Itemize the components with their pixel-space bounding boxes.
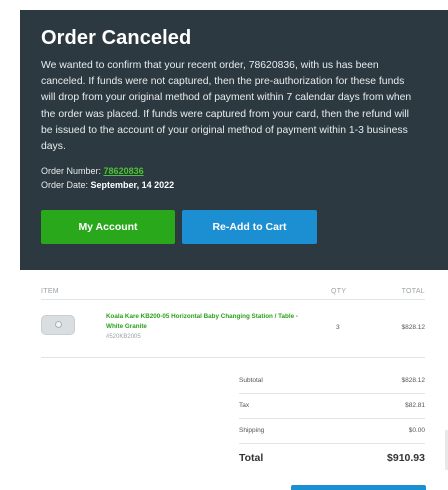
- table-row: Koala Kare KB200-05 Horizontal Baby Chan…: [41, 306, 425, 358]
- order-number-link[interactable]: 78620836: [104, 166, 144, 176]
- header-total: TOTAL: [401, 288, 425, 295]
- subtotal-label: Subtotal: [239, 377, 263, 384]
- table-header: ITEM QTY TOTAL: [41, 285, 425, 300]
- order-canceled-panel: Order Canceled We wanted to confirm that…: [20, 10, 448, 270]
- product-thumbnail-detail: [55, 321, 62, 328]
- header-item: ITEM: [41, 288, 59, 295]
- readd-to-cart-button[interactable]: Re-Add to Cart: [182, 210, 317, 244]
- shipping-row: Shipping $0.00: [239, 418, 425, 442]
- divider: [41, 357, 425, 358]
- product-sku: #520KB2005: [106, 334, 141, 340]
- checkout-button-partial[interactable]: [291, 485, 426, 490]
- shipping-value: $0.00: [408, 427, 425, 434]
- header-qty: QTY: [331, 288, 347, 295]
- total-value: $910.93: [387, 452, 425, 464]
- product-total: $828.12: [401, 324, 426, 331]
- my-account-button[interactable]: My Account: [41, 210, 175, 244]
- order-date-value: September, 14 2022: [90, 180, 175, 190]
- order-number-label: Order Number:: [41, 166, 102, 176]
- tax-value: $82.81: [405, 402, 425, 409]
- product-qty: 3: [336, 324, 340, 331]
- order-date-label: Order Date:: [41, 180, 89, 190]
- baby-changing-station-image: [41, 315, 75, 335]
- order-number-line: Order Number: 78620836: [41, 166, 144, 176]
- tax-row: Tax $82.81: [239, 393, 425, 417]
- tax-label: Tax: [239, 402, 250, 409]
- subtotal-value: $828.12: [401, 377, 426, 384]
- subtotal-row: Subtotal $828.12: [239, 368, 425, 392]
- total-row: Total $910.93: [239, 444, 425, 470]
- order-items-table: ITEM QTY TOTAL: [41, 285, 425, 300]
- product-name-link[interactable]: Koala Kare KB200-05 Horizontal Baby Chan…: [106, 312, 316, 332]
- cancellation-message: We wanted to confirm that your recent or…: [41, 60, 412, 153]
- divider: [41, 299, 425, 300]
- shipping-label: Shipping: [239, 427, 265, 434]
- order-date-line: Order Date: September, 14 2022: [41, 180, 174, 190]
- page-title: Order Canceled: [41, 27, 192, 49]
- total-label: Total: [239, 452, 264, 464]
